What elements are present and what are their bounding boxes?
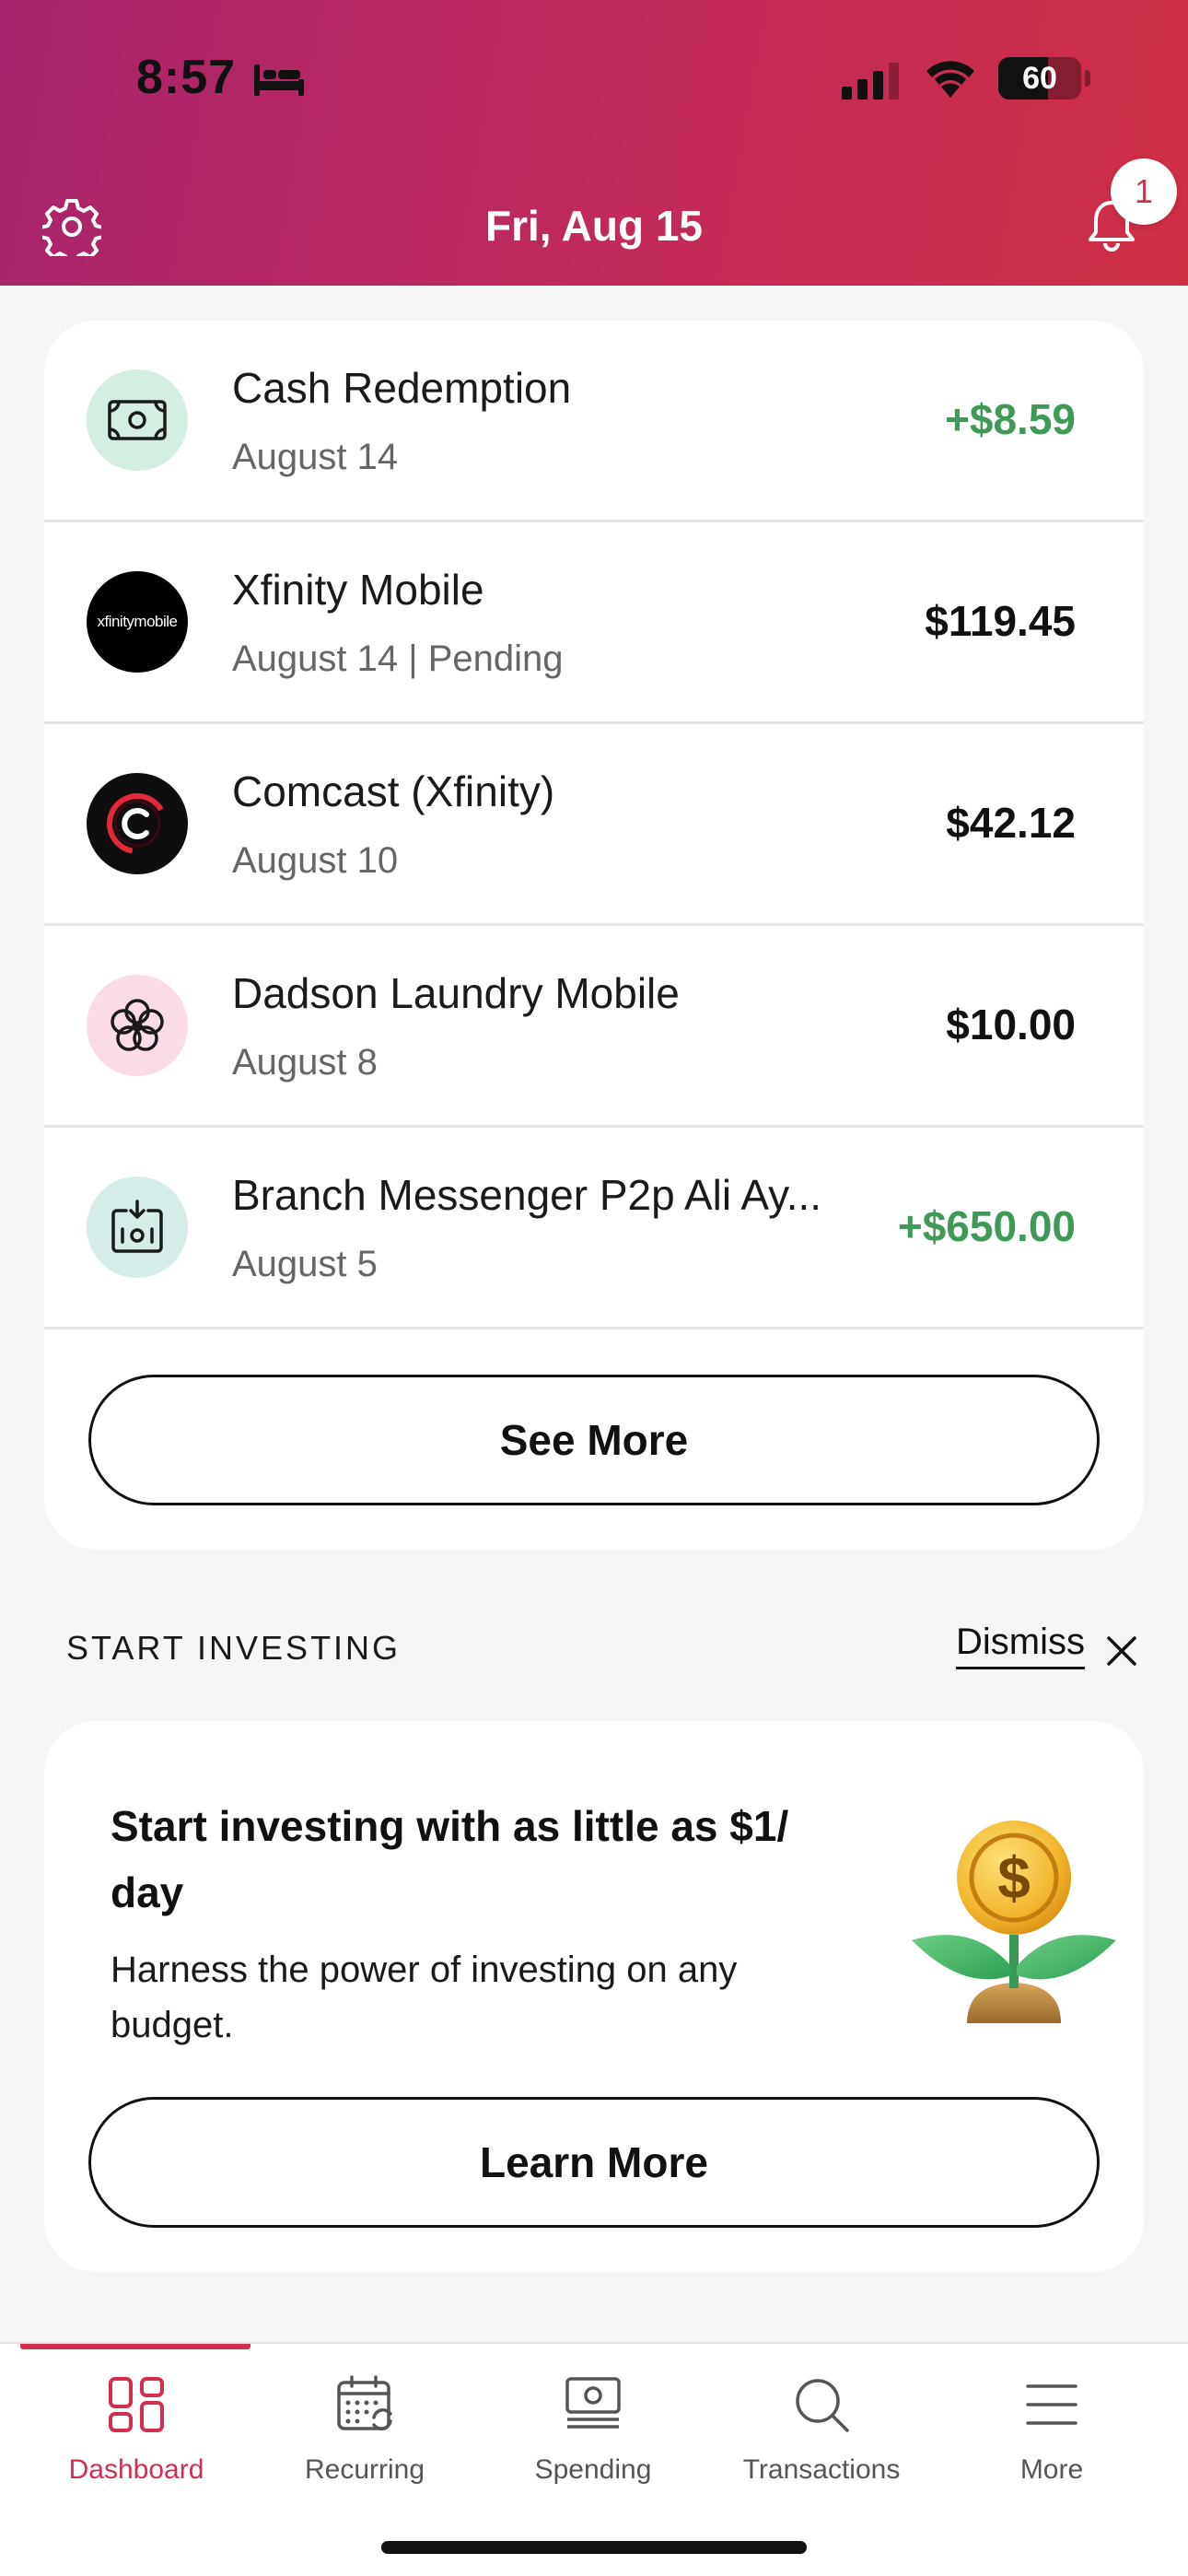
transaction-date: August 10 <box>232 840 399 881</box>
search-icon <box>796 2379 849 2432</box>
close-icon[interactable] <box>1103 1633 1140 1669</box>
app-header: 8:57 60 Fri, Aug 15 1 <box>0 0 1188 286</box>
section-title: START INVESTING <box>66 1629 402 1667</box>
transaction-amount: $10.00 <box>946 1001 1076 1048</box>
page-title: Fri, Aug 15 <box>485 202 703 250</box>
cellular-signal-icon <box>842 63 899 100</box>
transaction-row[interactable]: Cash Redemption August 14 +$8.59 <box>44 321 1144 522</box>
tab-dashboard[interactable]: Dashboard <box>22 2368 250 2515</box>
spending-icon <box>565 2377 621 2429</box>
sleep-focus-icon <box>254 64 304 96</box>
learn-more-button[interactable]: Learn More <box>88 2097 1100 2228</box>
dashboard-icon <box>109 2377 164 2432</box>
transaction-date: August 14 <box>232 437 399 477</box>
start-investing-card: Start investing with as little as $1/ da… <box>44 1721 1144 2272</box>
transaction-amount: $42.12 <box>946 799 1076 847</box>
cash-icon <box>87 369 188 471</box>
tab-spending[interactable]: Spending <box>479 2368 707 2515</box>
dismiss-button[interactable]: Dismiss <box>956 1622 1085 1669</box>
transaction-name: Xfinity Mobile <box>232 566 484 614</box>
transaction-name: Comcast (Xfinity) <box>232 767 555 815</box>
notification-badge[interactable]: 1 <box>1111 158 1177 225</box>
transaction-row[interactable]: Dadson Laundry Mobile August 8 $10.00 <box>44 926 1144 1128</box>
active-tab-indicator <box>20 2344 250 2349</box>
card-description: Harness the power of investing on any bu… <box>111 1950 738 2045</box>
transaction-amount: $119.45 <box>925 597 1076 645</box>
transaction-row[interactable]: Branch Messenger P2p Ali Ay... August 5 … <box>44 1128 1144 1329</box>
recent-transactions-card: Cash Redemption August 14 +$8.59 xfinity… <box>44 321 1144 1550</box>
see-more-button[interactable]: See More <box>88 1375 1100 1505</box>
transaction-row[interactable]: xfinitymobile Xfinity Mobile August 14 |… <box>44 522 1144 724</box>
tab-label: Dashboard <box>68 2454 204 2485</box>
transaction-date: August 5 <box>232 1244 378 1284</box>
tab-more[interactable]: More <box>938 2368 1166 2515</box>
transaction-name: Dadson Laundry Mobile <box>232 969 680 1017</box>
transaction-date: August 14 | Pending <box>232 638 564 679</box>
calendar-icon <box>337 2375 392 2430</box>
money-plant-icon: $ <box>912 1821 1116 2023</box>
flower-icon <box>87 975 188 1076</box>
wifi-icon <box>926 61 974 98</box>
tab-label: Spending <box>534 2454 652 2485</box>
tab-label: More <box>1019 2454 1084 2485</box>
home-indicator[interactable] <box>381 2541 807 2554</box>
status-time: 8:57 <box>136 51 237 104</box>
transaction-row[interactable]: Comcast (Xfinity) August 10 $42.12 <box>44 724 1144 926</box>
card-title: Start investing with as little as $1/ da… <box>111 1802 789 1916</box>
battery-indicator: 60 <box>998 57 1081 100</box>
tab-transactions[interactable]: Transactions <box>707 2368 936 2515</box>
tab-label: Recurring <box>304 2454 425 2485</box>
deposit-icon <box>87 1177 188 1278</box>
tab-recurring[interactable]: Recurring <box>250 2368 479 2515</box>
transaction-amount: +$8.59 <box>945 395 1076 443</box>
menu-icon <box>1026 2384 1077 2425</box>
transaction-name: Branch Messenger P2p Ali Ay... <box>232 1171 822 1219</box>
xfinity-mobile-logo-text: xfinitymobile <box>97 613 178 630</box>
transaction-name: Cash Redemption <box>232 364 572 412</box>
battery-level: 60 <box>1022 61 1057 96</box>
battery-cap <box>1085 70 1090 87</box>
comcast-logo <box>87 773 188 874</box>
svg-text:$: $ <box>997 1844 1031 1911</box>
transaction-date: August 8 <box>232 1042 378 1083</box>
tab-label: Transactions <box>742 2454 901 2485</box>
transaction-amount: +$650.00 <box>897 1202 1076 1250</box>
xfinity-mobile-logo: xfinitymobile <box>87 571 188 673</box>
